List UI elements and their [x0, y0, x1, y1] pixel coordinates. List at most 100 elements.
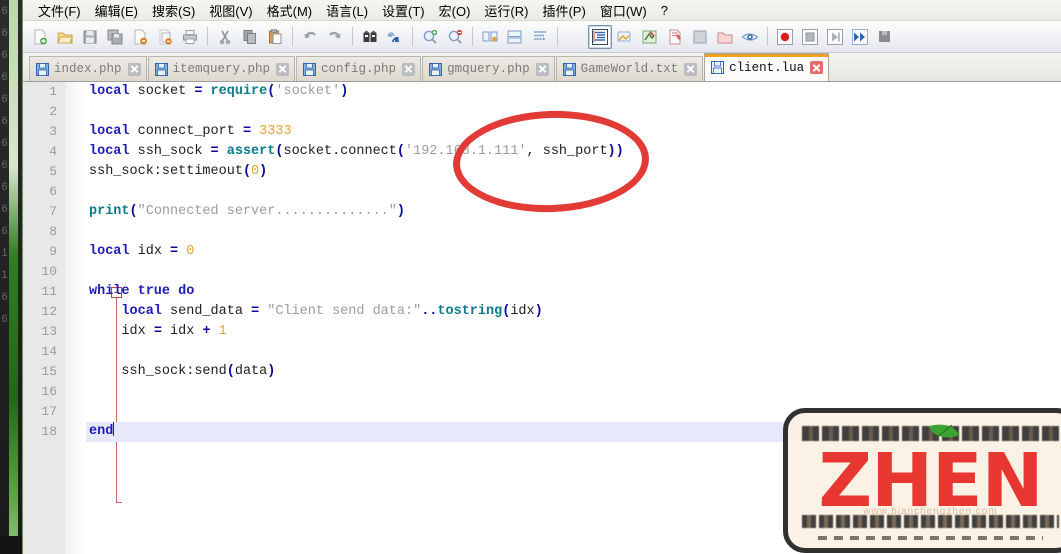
new-file-icon[interactable] [28, 25, 52, 49]
code-token: assert [227, 144, 276, 159]
code-line[interactable]: local connect_port = 3333 [86, 122, 1061, 142]
watermark-bottom-band-2 [818, 536, 1043, 540]
print-icon[interactable] [178, 25, 202, 49]
menu-format[interactable]: 格式(M) [260, 0, 320, 22]
copy-icon[interactable] [238, 25, 262, 49]
tab-close-icon[interactable] [128, 63, 141, 76]
file-icon [429, 63, 442, 76]
code-token: "Client send data:" [267, 304, 421, 319]
code-line[interactable]: local send_data = "Client send data:"..t… [86, 302, 1061, 322]
code-line[interactable]: ssh_sock:settimeout(0) [86, 162, 1061, 182]
code-line[interactable]: idx = idx + 1 [86, 322, 1061, 342]
tab-close-icon[interactable] [684, 63, 697, 76]
tab-gameworld-txt[interactable]: GameWorld.txt [556, 56, 704, 81]
save-icon[interactable] [78, 25, 102, 49]
code-token: local [89, 124, 130, 139]
sync-horizontal-scroll-icon[interactable] [503, 25, 527, 49]
tab-close-icon[interactable] [276, 63, 289, 76]
code-token: 3333 [259, 124, 291, 139]
menu-window[interactable]: 窗口(W) [593, 0, 654, 22]
close-all-files-icon[interactable] [153, 25, 177, 49]
code-token: idx [89, 324, 154, 339]
user-defined-language-icon[interactable] [638, 25, 662, 49]
preview-icon[interactable] [738, 25, 762, 49]
sync-vertical-scroll-icon[interactable] [478, 25, 502, 49]
tab-close-icon[interactable] [536, 63, 549, 76]
code-token: data [235, 364, 267, 379]
code-line[interactable] [86, 262, 1061, 282]
screenshot-root: 666666666661166 文件(F)编辑(E)搜索(S)视图(V)格式(M… [0, 0, 1061, 554]
close-file-icon[interactable] [128, 25, 152, 49]
menu-edit[interactable]: 编辑(E) [88, 0, 145, 22]
tab-label: config.php [321, 62, 396, 76]
menu-search[interactable]: 搜索(S) [145, 0, 202, 22]
code-line[interactable] [86, 382, 1061, 402]
menu-bar: 文件(F)编辑(E)搜索(S)视图(V)格式(M)语言(L)设置(T)宏(O)运… [23, 0, 1061, 21]
zoom-out-icon[interactable] [443, 25, 467, 49]
code-folding-margin[interactable] [65, 82, 86, 554]
code-token: = [243, 124, 251, 139]
indent-guide-icon[interactable] [588, 25, 612, 49]
menu-file[interactable]: 文件(F) [31, 0, 88, 22]
save-macro-icon[interactable] [873, 25, 897, 49]
tab-itemquery-php[interactable]: itemquery.php [148, 56, 296, 81]
function-list-icon[interactable] [688, 25, 712, 49]
code-line[interactable]: local ssh_sock = assert(socket.connect('… [86, 142, 1061, 162]
show-symbol-icon[interactable] [613, 25, 637, 49]
code-line[interactable] [86, 222, 1061, 242]
tab-close-icon[interactable] [402, 63, 415, 76]
document-map-icon[interactable] [663, 25, 687, 49]
cut-icon[interactable] [213, 25, 237, 49]
code-line[interactable] [86, 182, 1061, 202]
zoom-in-icon[interactable] [418, 25, 442, 49]
line-number: 10 [23, 262, 65, 282]
line-number: 5 [23, 162, 65, 182]
paste-icon[interactable] [263, 25, 287, 49]
code-line[interactable]: local socket = require('socket') [86, 82, 1061, 102]
line-number: 17 [23, 402, 65, 422]
text-caret [113, 422, 114, 436]
code-line[interactable]: local idx = 0 [86, 242, 1061, 262]
code-line[interactable]: ssh_sock:send(data) [86, 362, 1061, 382]
menu-run[interactable]: 运行(R) [477, 0, 535, 22]
menu-macro[interactable]: 宏(O) [432, 0, 478, 22]
toolbar [23, 21, 1061, 53]
stop-macro-icon[interactable] [798, 25, 822, 49]
file-icon [711, 61, 724, 74]
code-line[interactable]: while true do [86, 282, 1061, 302]
folder-as-workspace-icon[interactable] [713, 25, 737, 49]
code-line[interactable]: print("Connected server..............") [86, 202, 1061, 222]
code-token: end [89, 424, 113, 439]
code-token [251, 124, 259, 139]
show-all-characters-icon[interactable] [563, 25, 587, 49]
menu-help[interactable]: ? [654, 1, 675, 20]
menu-settings[interactable]: 设置(T) [375, 0, 432, 22]
tab-client-lua[interactable]: client.lua [704, 53, 829, 81]
undo-icon[interactable] [298, 25, 322, 49]
open-folder-icon[interactable] [53, 25, 77, 49]
code-token: ) [267, 364, 275, 379]
save-all-icon[interactable] [103, 25, 127, 49]
tab-gmquery-php[interactable]: gmquery.php [422, 56, 555, 81]
play-macro-icon[interactable] [823, 25, 847, 49]
menu-language[interactable]: 语言(L) [319, 0, 375, 22]
run-macro-multiple-icon[interactable] [848, 25, 872, 49]
code-line[interactable] [86, 342, 1061, 362]
code-token: ssh_sock:send [89, 364, 227, 379]
record-macro-icon[interactable] [773, 25, 797, 49]
find-icon[interactable] [358, 25, 382, 49]
line-number: 3 [23, 122, 65, 142]
code-line[interactable] [86, 102, 1061, 122]
tab-close-icon[interactable] [810, 61, 823, 74]
code-token: ) [397, 204, 405, 219]
tab-index-php[interactable]: index.php [29, 56, 147, 81]
menu-plugins[interactable]: 插件(P) [535, 0, 592, 22]
line-number: 4 [23, 142, 65, 162]
redo-icon[interactable] [323, 25, 347, 49]
toolbar-separator [292, 27, 293, 46]
tab-config-php[interactable]: config.php [296, 56, 421, 81]
replace-icon[interactable] [383, 25, 407, 49]
code-token: local [89, 144, 130, 159]
menu-view[interactable]: 视图(V) [202, 0, 259, 22]
word-wrap-icon[interactable] [528, 25, 552, 49]
